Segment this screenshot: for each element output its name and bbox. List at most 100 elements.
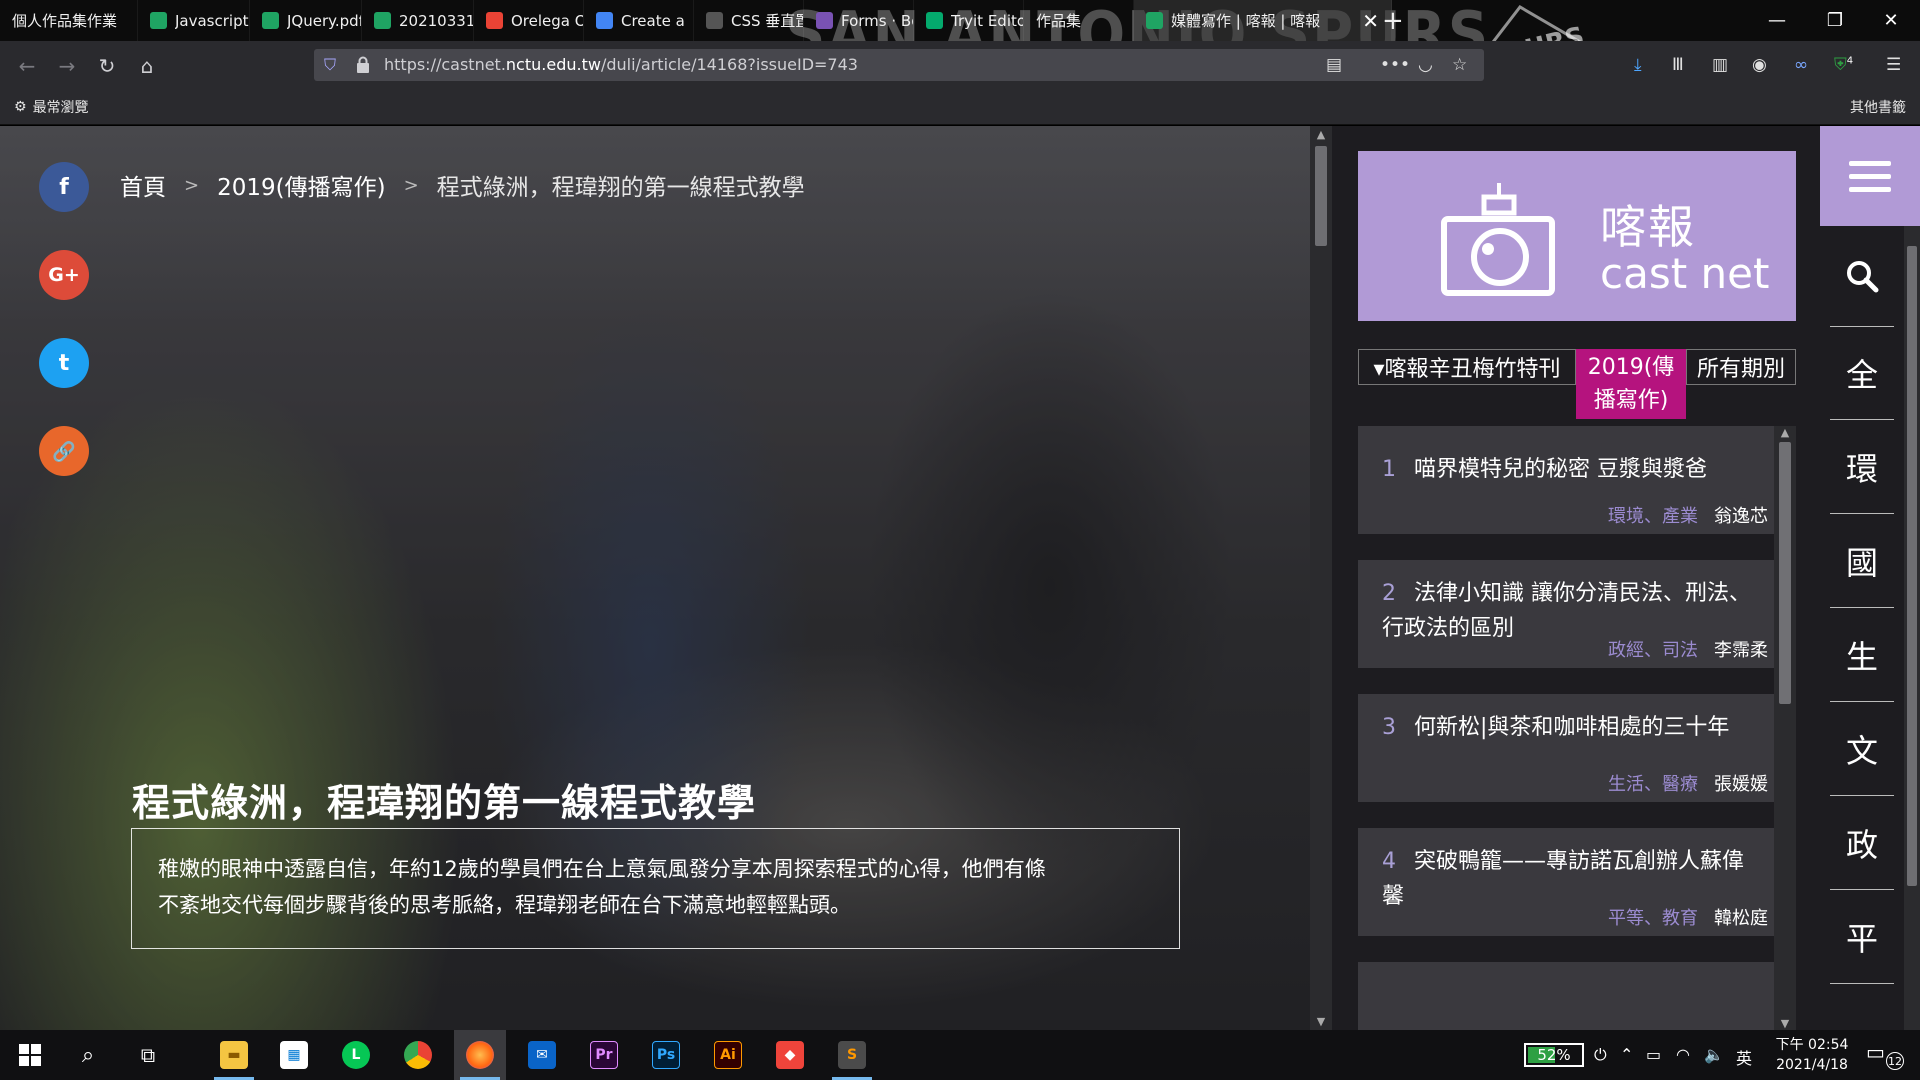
- category-link[interactable]: 文: [1830, 702, 1894, 796]
- system-clock[interactable]: 下午 02:54 2021/4/18: [1762, 1035, 1862, 1075]
- browser-tab[interactable]: Orelega One: [474, 0, 584, 41]
- pocket-icon[interactable]: ◡: [1418, 55, 1433, 75]
- taskbar-premiere[interactable]: Pr: [578, 1030, 630, 1080]
- article-list-scrollbar[interactable]: ▲ ▼: [1774, 426, 1796, 1030]
- taskbar-line[interactable]: L: [330, 1030, 382, 1080]
- browser-tab[interactable]: Forms · Bo: [804, 0, 914, 41]
- twitter-share-button[interactable]: t: [39, 338, 89, 388]
- hamburger-menu-icon[interactable]: ☰: [1886, 55, 1901, 75]
- scroll-up-arrow[interactable]: ▲: [1774, 426, 1796, 439]
- lock-icon[interactable]: [356, 56, 370, 74]
- forward-button[interactable]: →: [52, 51, 82, 81]
- browser-tab[interactable]: 個人作品集作業: [0, 0, 138, 41]
- minimize-button[interactable]: —: [1748, 0, 1806, 41]
- sidebar-icon[interactable]: ▥: [1712, 55, 1728, 75]
- browser-tab[interactable]: Tryit Edito: [914, 0, 1024, 41]
- article-list-item[interactable]: 4 突破鴨籠——專訪諾瓦創辦人蘇偉馨 平等、教育 韓松庭: [1358, 828, 1774, 936]
- start-button[interactable]: [4, 1030, 56, 1080]
- bookmark-star-icon[interactable]: ☆: [1452, 55, 1467, 75]
- special-issue-dropdown[interactable]: ▾喀報辛丑梅竹特刊: [1358, 349, 1576, 385]
- article-list-item[interactable]: 2 法律小知識 讓你分清民法、刑法、行政法的區別 政經、司法 李霈柔: [1358, 560, 1774, 668]
- article-tags[interactable]: 生活、醫療: [1608, 774, 1698, 795]
- restore-button[interactable]: ❐: [1806, 0, 1864, 41]
- browser-tab[interactable]: 20210331統: [362, 0, 474, 41]
- taskbar-store[interactable]: ▦: [268, 1030, 320, 1080]
- taskbar-illustrator[interactable]: Ai: [702, 1030, 754, 1080]
- library-icon[interactable]: Ⅲ: [1672, 55, 1684, 75]
- facebook-share-button[interactable]: f: [39, 162, 89, 212]
- url-text[interactable]: https://castnet.nctu.edu.tw/duli/article…: [384, 55, 858, 74]
- taskbar-mail[interactable]: ✉: [516, 1030, 568, 1080]
- tray-chevron-icon[interactable]: ⌃: [1620, 1045, 1633, 1064]
- category-rail: 全環國生文政平: [1820, 126, 1920, 1030]
- task-view-button[interactable]: ⧉: [122, 1030, 174, 1080]
- taskbar-chrome[interactable]: [392, 1030, 444, 1080]
- other-bookmarks[interactable]: 其他書籤: [1850, 97, 1906, 117]
- search-button[interactable]: ⌕: [62, 1030, 114, 1080]
- taskbar-firefox[interactable]: [454, 1030, 506, 1080]
- scroll-down-arrow[interactable]: ▼: [1774, 1017, 1796, 1030]
- google-plus-share-button[interactable]: G+: [39, 250, 89, 300]
- article-tags[interactable]: 平等、教育: [1608, 908, 1698, 929]
- new-tab-button[interactable]: +: [1372, 0, 1408, 41]
- reload-button[interactable]: ↻: [92, 51, 122, 81]
- plug-icon[interactable]: ⏻: [1594, 1045, 1607, 1065]
- downloads-icon[interactable]: ⤓: [1634, 55, 1642, 75]
- copy-link-share-button[interactable]: 🔗: [39, 426, 89, 476]
- back-button[interactable]: ←: [12, 51, 42, 81]
- category-link[interactable]: 全: [1830, 326, 1894, 420]
- home-button[interactable]: ⌂: [132, 51, 162, 81]
- breadcrumb-issue-link[interactable]: 2019(傳播寫作): [217, 168, 385, 202]
- bookmark-most-visited[interactable]: ⚙ 最常瀏覽: [14, 97, 89, 117]
- wifi-icon[interactable]: ◠: [1676, 1045, 1690, 1064]
- taskbar-file-explorer[interactable]: ▬: [208, 1030, 260, 1080]
- category-link[interactable]: 平: [1830, 890, 1894, 984]
- article-list-item[interactable]: [1358, 962, 1774, 1030]
- close-window-button[interactable]: ✕: [1862, 0, 1920, 41]
- scrollbar-thumb[interactable]: [1779, 442, 1791, 704]
- volume-icon[interactable]: 🔈: [1704, 1045, 1724, 1064]
- notification-center[interactable]: ▭ 12: [1866, 1040, 1906, 1070]
- battery-icon[interactable]: ▭: [1646, 1045, 1661, 1064]
- battery-indicator[interactable]: 52%: [1524, 1043, 1584, 1067]
- article-tags[interactable]: 政經、司法: [1608, 640, 1698, 661]
- browser-tab[interactable]: CSS 垂直置: [694, 0, 804, 41]
- scrollbar-thumb[interactable]: [1315, 146, 1327, 246]
- category-link[interactable]: 國: [1830, 514, 1894, 608]
- browser-tab[interactable]: 媒體寫作 | 喀報 | 喀報 ✕: [1134, 0, 1392, 41]
- article-list-item[interactable]: 1 喵界模特兒的秘密 豆漿與漿爸 環境、產業 翁逸芯: [1358, 426, 1774, 534]
- shield-extension-icon[interactable]: ⛨4: [1834, 55, 1853, 75]
- taskbar-photoshop[interactable]: Ps: [640, 1030, 692, 1080]
- browser-tab[interactable]: JQuery.pdf: [250, 0, 362, 41]
- page-scrollbar[interactable]: ▲ ▼: [1310, 126, 1332, 1030]
- scrollbar-thumb[interactable]: [1907, 246, 1917, 886]
- browser-tab[interactable]: Javascript.pdf: [138, 0, 250, 41]
- category-link[interactable]: 生: [1830, 608, 1894, 702]
- reader-view-icon[interactable]: ▤: [1326, 55, 1342, 75]
- all-issues-tab[interactable]: 所有期別: [1686, 349, 1796, 385]
- article-tags[interactable]: 環境、產業: [1608, 506, 1698, 527]
- taskbar-anydesk[interactable]: ◆: [764, 1030, 816, 1080]
- article-list-item[interactable]: 3 何新松|與茶和咖啡相處的三十年 生活、醫療 張媛媛: [1358, 694, 1774, 802]
- article-author: 李霈柔: [1714, 640, 1768, 661]
- browser-tab[interactable]: 作品集: [1024, 0, 1134, 41]
- current-issue-tab[interactable]: 2019(傳 播寫作): [1576, 349, 1686, 419]
- scroll-down-arrow[interactable]: ▼: [1310, 1015, 1332, 1028]
- tracking-shield-icon[interactable]: ⛉: [324, 55, 336, 75]
- rail-scrollbar[interactable]: [1904, 226, 1920, 1030]
- extension-icon[interactable]: ∞: [1794, 55, 1808, 75]
- castnet-logo[interactable]: 喀報 cast net: [1358, 151, 1796, 321]
- page-actions-icon[interactable]: •••: [1380, 55, 1410, 75]
- article-number: 3: [1382, 715, 1396, 740]
- address-bar[interactable]: ⛉ https://castnet.nctu.edu.tw/duli/artic…: [314, 49, 1484, 81]
- category-link[interactable]: 環: [1830, 420, 1894, 514]
- scroll-up-arrow[interactable]: ▲: [1310, 128, 1332, 141]
- account-icon[interactable]: ◉: [1752, 55, 1767, 75]
- breadcrumb-home-link[interactable]: 首頁: [120, 168, 166, 202]
- search-button[interactable]: [1820, 236, 1904, 316]
- taskbar-sublime[interactable]: S: [826, 1030, 878, 1080]
- menu-button[interactable]: [1820, 126, 1920, 226]
- ime-indicator[interactable]: 英: [1736, 1045, 1752, 1069]
- category-link[interactable]: 政: [1830, 796, 1894, 890]
- browser-tab[interactable]: Create a: [584, 0, 694, 41]
